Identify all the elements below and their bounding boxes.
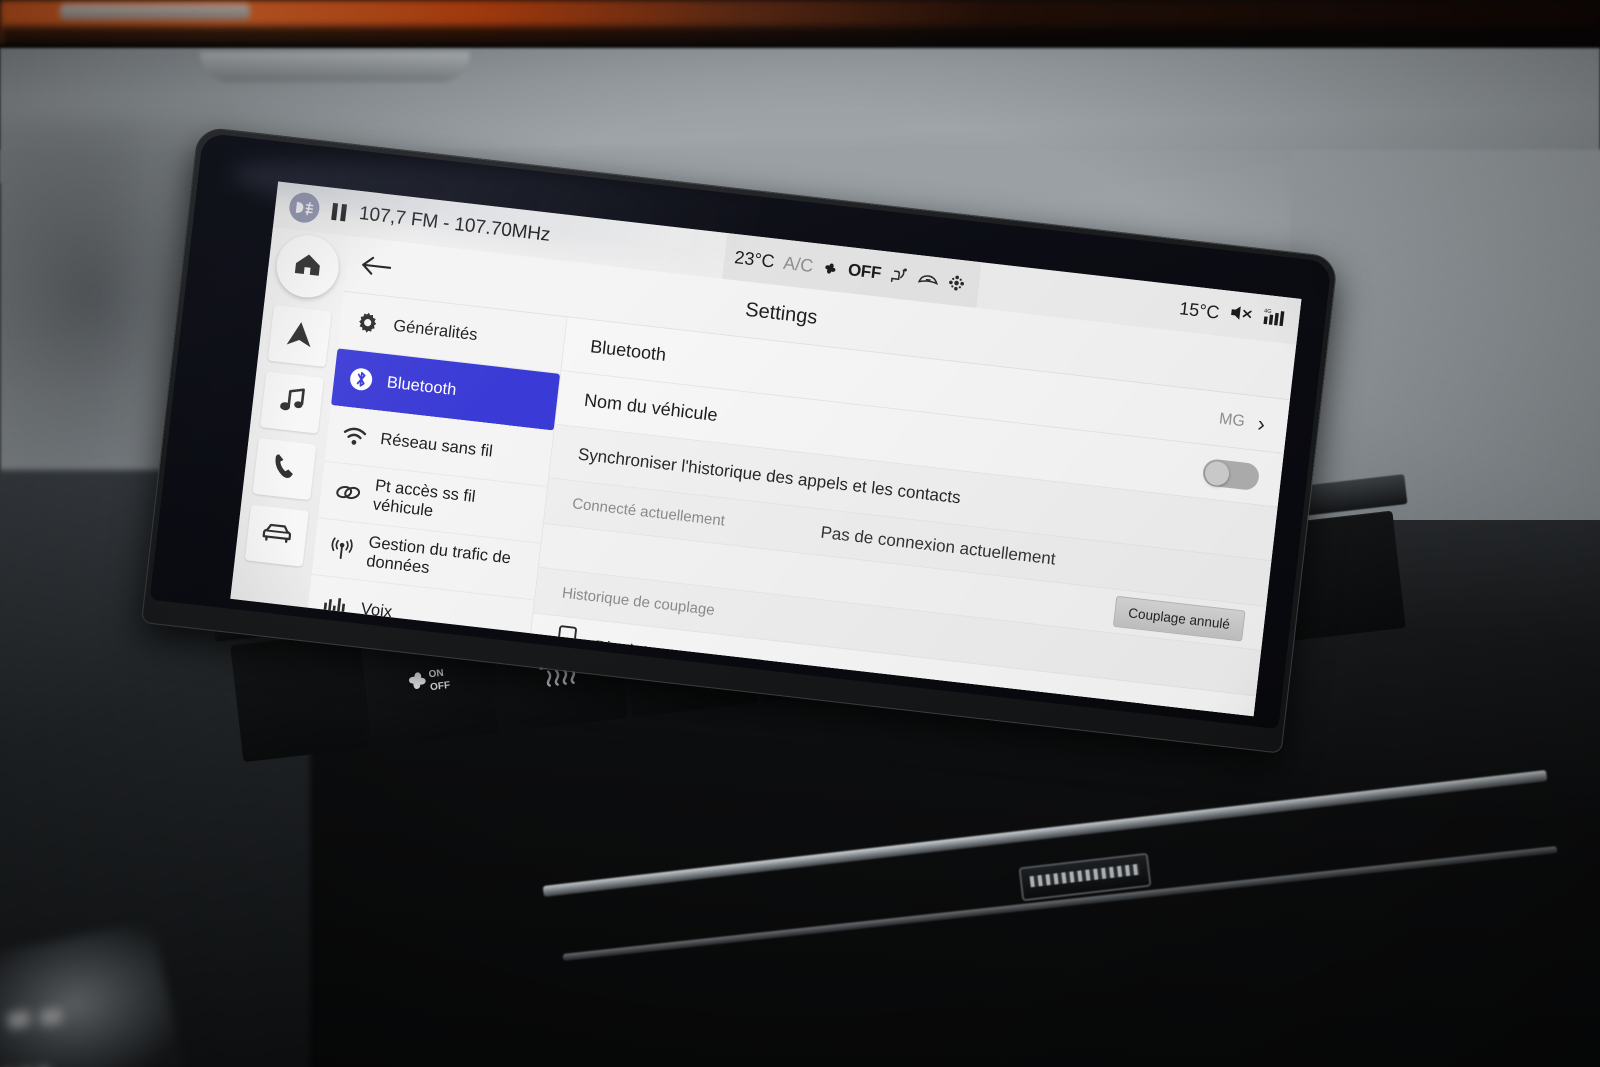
rail-item-media[interactable] bbox=[260, 371, 325, 434]
rail-item-vehicle[interactable] bbox=[244, 504, 309, 567]
vehicle-name-toggle[interactable] bbox=[1201, 458, 1261, 492]
chevron-right-icon[interactable]: › bbox=[1256, 410, 1266, 436]
rail-item-home[interactable] bbox=[273, 232, 343, 301]
svg-text:4G: 4G bbox=[1264, 308, 1272, 315]
wifi-icon bbox=[341, 425, 369, 447]
cellular-signal-icon: 4G bbox=[1262, 306, 1289, 333]
menu-item-label: Généralités bbox=[392, 316, 479, 344]
navigation-arrow-icon bbox=[285, 318, 315, 354]
unpair-button[interactable]: Couplage annulé bbox=[1112, 595, 1246, 642]
dashboard-photo: ON OFF 15°C 4G Settings Généralités Blue… bbox=[0, 0, 1600, 1067]
car-icon bbox=[259, 520, 294, 550]
distant-vehicle bbox=[60, 4, 250, 20]
music-note-icon bbox=[277, 385, 307, 420]
antenna-icon bbox=[327, 537, 355, 562]
menu-item-label: Pt accès ss fil véhicule bbox=[371, 476, 477, 521]
svg-text:OFF: OFF bbox=[429, 680, 450, 693]
bluetooth-icon bbox=[347, 366, 376, 393]
steering-button bbox=[6, 1009, 32, 1030]
defrost-vent bbox=[200, 52, 470, 82]
menu-item-label: Réseau sans fil bbox=[379, 429, 494, 461]
back-arrow-icon bbox=[359, 253, 394, 283]
home-icon bbox=[292, 249, 323, 283]
speaker-mute-icon[interactable] bbox=[1228, 302, 1254, 328]
rail-item-navigation[interactable] bbox=[267, 304, 332, 368]
menu-item-label: Gestion du trafic de données bbox=[365, 533, 512, 578]
phone-icon bbox=[270, 452, 299, 487]
menu-item-label: Bluetooth bbox=[386, 372, 458, 399]
bluetooth-device-name: MG bbox=[1218, 409, 1246, 430]
steering-button bbox=[38, 1006, 64, 1028]
link-icon bbox=[334, 481, 362, 504]
gear-icon bbox=[354, 310, 382, 335]
air-distribution-icon[interactable] bbox=[948, 273, 967, 292]
rail-item-phone[interactable] bbox=[252, 437, 317, 501]
back-button[interactable] bbox=[351, 247, 403, 290]
exterior-temp-label: 15°C bbox=[1178, 297, 1221, 323]
settings-menu: Généralités Bluetooth Réseau sans fil Pt… bbox=[305, 291, 568, 658]
windshield-defrost-icon[interactable] bbox=[917, 271, 941, 288]
